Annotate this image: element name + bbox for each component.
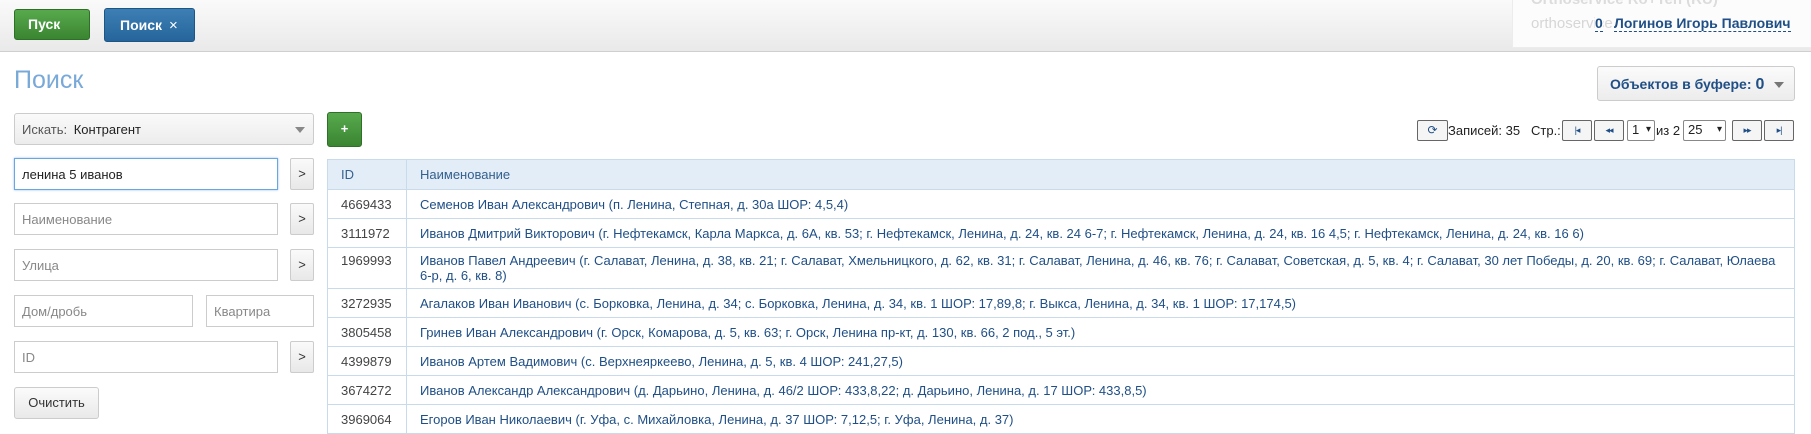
row-id: 3805458 (327, 317, 407, 347)
table-row[interactable]: 4669433 Семенов Иван Александрович (п. Л… (327, 189, 1795, 219)
row-id: 4669433 (327, 189, 407, 219)
row-name-link[interactable]: Гринев Иван Александрович (г. Орск, Кома… (406, 317, 1795, 347)
chevron-down-icon: ▾ (1716, 124, 1722, 135)
id-input[interactable] (14, 341, 278, 373)
row-name-link[interactable]: Иванов Павел Андреевич (г. Салават, Лени… (406, 247, 1795, 289)
house-input[interactable] (14, 295, 193, 327)
apartment-input[interactable] (206, 295, 314, 327)
page-title: Поиск (14, 66, 84, 94)
table-row[interactable]: 4399879 Иванов Артем Вадимович (с. Верхн… (327, 346, 1795, 376)
row-id: 3969064 (327, 404, 407, 434)
chevron-down-icon (1774, 82, 1784, 88)
company-name: Orthoservice Ro+Ten (RU) (1531, 0, 1718, 8)
column-header-name[interactable]: Наименование (406, 159, 1795, 190)
buffer-count: 0 (1755, 76, 1765, 93)
close-icon[interactable]: × (169, 17, 178, 34)
add-button[interactable]: + (327, 112, 362, 147)
clear-button[interactable]: Очистить (14, 387, 99, 419)
name-go-button[interactable]: > (290, 203, 314, 235)
table-row[interactable]: 3272935 Агалаков Иван Иванович (с. Борко… (327, 288, 1795, 318)
row-name-link[interactable]: Семенов Иван Александрович (п. Ленина, С… (406, 189, 1795, 219)
street-go-button[interactable]: > (290, 249, 314, 281)
last-page-button[interactable]: ▸| (1764, 120, 1794, 141)
start-button[interactable]: Пуск (14, 9, 90, 40)
page-label: Стр.: (1531, 123, 1561, 138)
row-name-link[interactable]: Агалаков Иван Иванович (с. Борковка, Лен… (406, 288, 1795, 318)
id-go-button[interactable]: > (290, 341, 314, 373)
refresh-icon[interactable]: ⟳ (1417, 120, 1448, 141)
chevron-down-icon: ▾ (1645, 124, 1651, 135)
tab-search-label: Поиск (120, 17, 163, 33)
column-header-id[interactable]: ID (327, 159, 407, 190)
notifications-count[interactable]: 0 (1595, 15, 1603, 32)
table-row[interactable]: 3805458 Гринев Иван Александрович (г. Ор… (327, 317, 1795, 347)
table-row[interactable]: 3969064 Егоров Иван Николаевич (г. Уфа, … (327, 404, 1795, 434)
prev-page-button[interactable]: ◂◂ (1594, 120, 1624, 141)
row-id: 4399879 (327, 346, 407, 376)
page-select[interactable]: 1 ▾ (1627, 120, 1655, 141)
row-id: 3111972 (327, 218, 407, 248)
top-bar: Пуск Поиск × Orthoservice Ro+Ten (RU) ort… (0, 0, 1811, 52)
row-name-link[interactable]: Егоров Иван Николаевич (г. Уфа, с. Михай… (406, 404, 1795, 434)
row-id: 3272935 (327, 288, 407, 318)
per-page-select[interactable]: 25 ▾ (1683, 120, 1726, 141)
page-select-value: 1 (1632, 122, 1640, 137)
search-query-go-button[interactable]: > (290, 158, 314, 190)
tab-search[interactable]: Поиск × (104, 8, 195, 42)
next-page-button[interactable]: ▸▸ (1732, 120, 1762, 141)
search-type-label: Искать: (22, 122, 68, 137)
buffer-label: Объектов в буфере: (1610, 76, 1752, 92)
table-row[interactable]: 3674272 Иванов Александр Александрович (… (327, 375, 1795, 405)
row-name-link[interactable]: Иванов Артем Вадимович (с. Верхнеяркеево… (406, 346, 1795, 376)
row-id: 3674272 (327, 375, 407, 405)
search-query-input[interactable] (14, 158, 278, 190)
table-row[interactable]: 1969993 Иванов Павел Андреевич (г. Салав… (327, 247, 1795, 289)
user-name-link[interactable]: Логинов Игорь Павлович (1614, 15, 1791, 32)
street-input[interactable] (14, 249, 278, 281)
per-page-value: 25 (1688, 122, 1703, 137)
table-header-row: ID Наименование (327, 159, 1795, 190)
name-input[interactable] (14, 203, 278, 235)
page-total: из 2 (1656, 123, 1681, 138)
records-count: Записей: 35 (1448, 123, 1521, 138)
row-id: 1969993 (327, 247, 407, 289)
search-type-value: Контрагент (73, 122, 141, 137)
table-row[interactable]: 3111972 Иванов Дмитрий Викторович (г. Не… (327, 218, 1795, 248)
row-name-link[interactable]: Иванов Дмитрий Викторович (г. Нефтекамск… (406, 218, 1795, 248)
row-name-link[interactable]: Иванов Александр Александрович (д. Дарьи… (406, 375, 1795, 405)
results-table: ID Наименование 4669433 Семенов Иван Але… (327, 159, 1795, 434)
user-panel: Orthoservice Ro+Ten (RU) orthoservice 0 … (1512, 0, 1811, 48)
chevron-down-icon (295, 127, 305, 133)
first-page-button[interactable]: |◂ (1562, 120, 1592, 141)
search-type-select[interactable]: Искать: Контрагент (14, 113, 314, 145)
buffer-dropdown[interactable]: Объектов в буфере: 0 (1597, 66, 1795, 101)
